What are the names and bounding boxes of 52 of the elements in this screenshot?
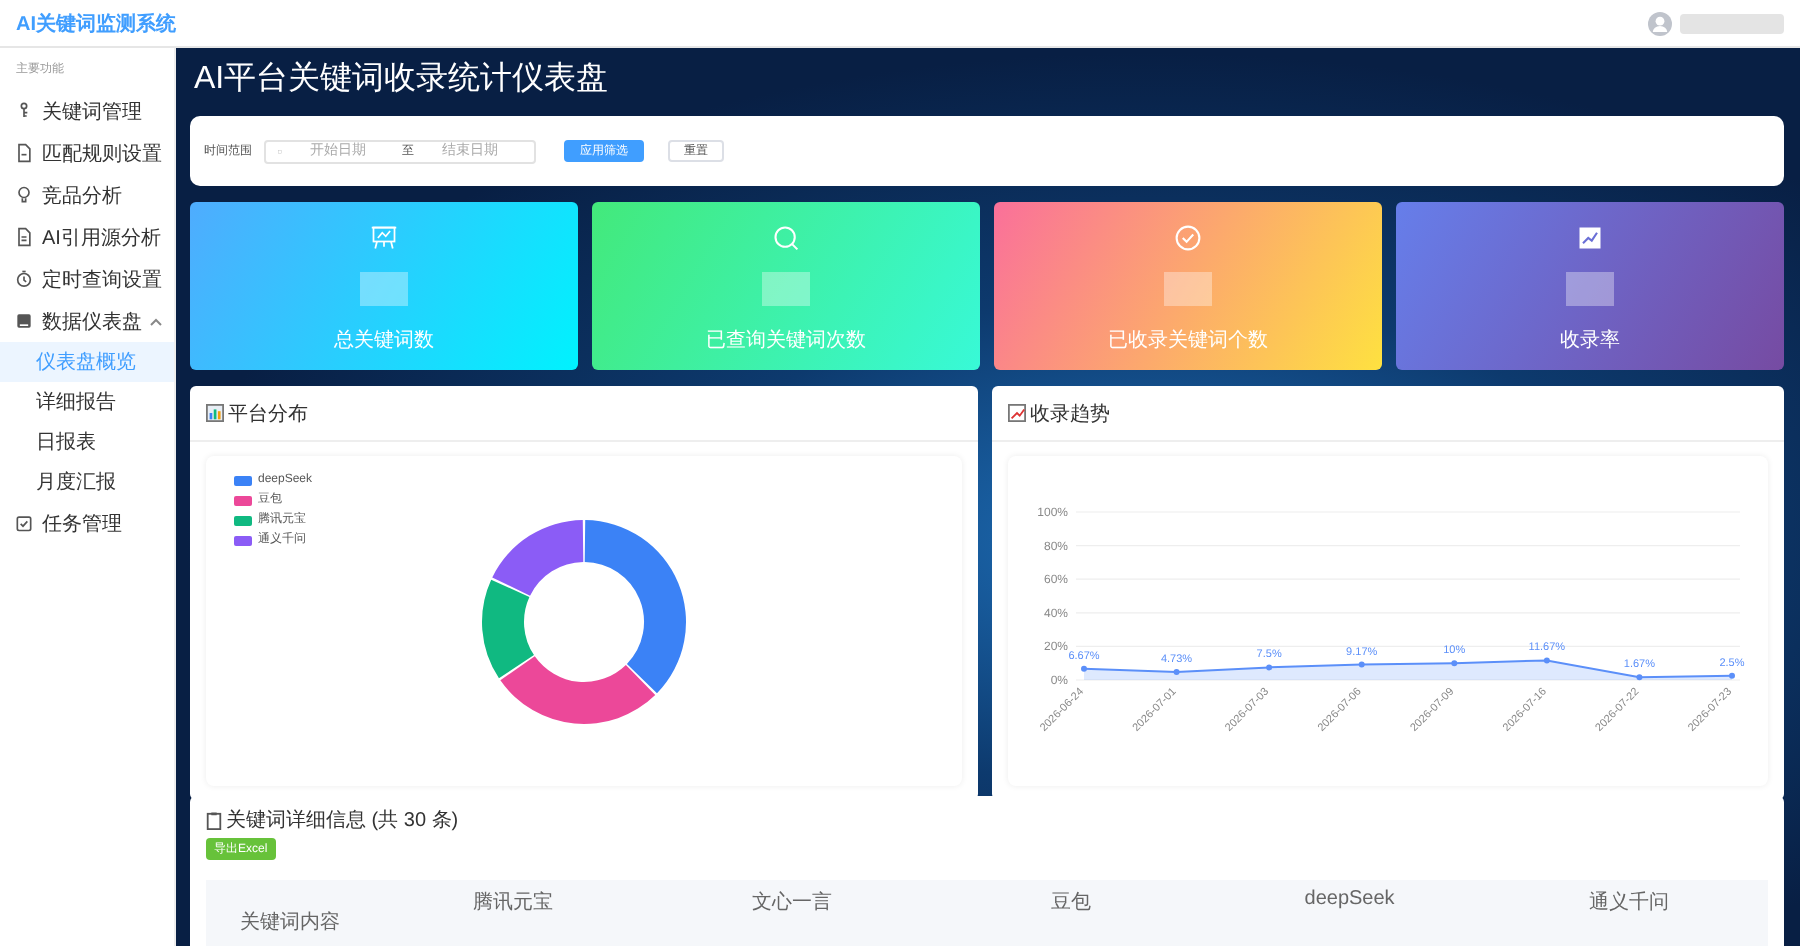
data-point [1266,664,1273,671]
sidebar-item[interactable]: AI引用源分析 [0,216,174,258]
data-point [1543,657,1550,664]
stat-label: 总关键词数 [334,327,434,354]
stat-label: 收录率 [1560,327,1620,354]
column-header: 文心一言 [749,889,834,916]
line-chart-icon [1576,224,1604,252]
stat-label: 已收录关键词个数 [1108,327,1268,354]
trend-chart-icon [1008,404,1026,422]
column-header: 关键词内容 [237,909,342,936]
data-point [1451,660,1458,667]
sidebar-subitem[interactable]: 详细报告 [0,382,174,422]
data-point [1081,665,1087,672]
sidebar-item[interactable]: 任务管理 [0,502,174,544]
data-point [1173,669,1180,676]
sidebar-item[interactable]: 关键词管理 [0,90,174,132]
panel-title: 平台分布 [228,401,308,427]
sidebar-item[interactable]: 定时查询设置 [0,258,174,300]
page-title: AI平台关键词收录统计仪表盘 [194,60,611,100]
blurred-value [762,272,810,306]
dashboard-icon [14,310,34,332]
document-icon [14,226,34,248]
caret-icon[interactable] [150,317,162,325]
stat-label: 已查询关键词次数 [706,327,866,354]
search-icon [772,224,800,252]
app-title: AI关键词监测系统 [16,11,176,37]
presentation-chart-icon [370,224,398,252]
column-header: deepSeek [1302,886,1397,910]
panel-title: 收录趋势 [1030,401,1110,427]
column-header: 豆包 [1048,890,1093,916]
table-title: 关键词详细信息 (共 30 条) [226,807,459,834]
stopwatch-icon [14,268,34,290]
data-point [1729,672,1735,679]
blurred-username [1680,13,1784,33]
column-header: 腾讯元宝 [470,889,555,916]
data-point [1636,674,1643,681]
column-header: 通义千问 [1586,889,1671,916]
sidebar-item[interactable]: 数据仪表盘 [0,300,174,342]
sidebar-subitem[interactable]: 日报表 [0,422,174,462]
blurred-value [1566,272,1614,306]
data-point [1358,661,1365,668]
blurred-value [1164,272,1212,306]
sidebar-item[interactable]: 竞品分析 [0,174,174,216]
sidebar-subitem[interactable]: 月度汇报 [0,462,174,502]
blurred-value [360,272,408,306]
task-icon [14,512,34,534]
document-icon [14,142,34,164]
bar-chart-icon [206,404,224,422]
lightbulb-icon [14,184,34,206]
clipboard-icon [206,811,222,829]
sidebar-item[interactable]: 匹配规则设置 [0,132,174,174]
check-circle-icon [1174,224,1202,252]
